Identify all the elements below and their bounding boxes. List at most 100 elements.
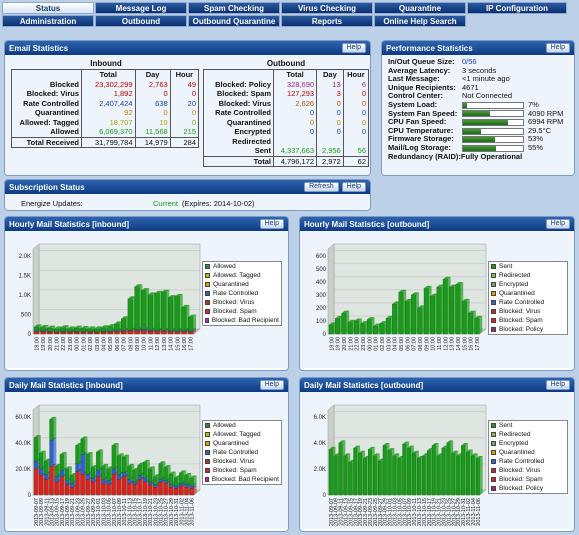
y-tick-label: 2.0K — [19, 254, 31, 260]
stat-hour: 49 — [169, 79, 199, 89]
x-tick-label: 05:00 — [399, 337, 405, 351]
perf-meter — [462, 136, 524, 144]
hourly-inbound-panel: Hourly Mail Statistics [inbound] Help 0 500… — [4, 216, 289, 371]
x-tick-label: 05:00 — [108, 337, 114, 351]
stat-total: 328,690 — [272, 79, 317, 89]
x-tick-label: 04:00 — [101, 337, 107, 351]
legend-item: Encrypted — [489, 439, 567, 448]
perf-meter — [462, 110, 524, 118]
x-tick-label: 02:00 — [380, 337, 386, 351]
nav-row-2: Administration Outbound Outbound Quarantin… — [2, 15, 576, 27]
chart-svg: 02.0K4.0K6.0K2013-09-072013-09-092013-09… — [314, 404, 487, 526]
legend-label: Redirected — [499, 272, 531, 279]
nav-tab-outbound-quarantine[interactable]: Outbound Quarantine — [188, 15, 280, 27]
stat-total-row: Total 4,796,172 2,972 62 — [203, 155, 369, 167]
email-stats-help-button[interactable]: Help — [341, 43, 366, 53]
stat-hour: 0 — [342, 127, 369, 137]
stat-label: Quarantined — [226, 117, 271, 127]
nav-tab-quarantine[interactable]: Quarantine — [374, 2, 466, 14]
bar-segment — [475, 456, 483, 496]
performance-help-button[interactable]: Help — [545, 43, 570, 53]
x-tick-label: 14:00 — [456, 337, 462, 351]
stat-label: Redirected — [232, 136, 271, 146]
x-tick-label: 17:00 — [189, 337, 195, 351]
refresh-button[interactable]: Refresh — [304, 182, 339, 192]
x-tick-label: 08:00 — [128, 337, 134, 351]
stat-day: 2,956 — [316, 146, 344, 156]
legend-label: Allowed: Tagged — [213, 431, 261, 438]
bar-segment — [80, 436, 88, 455]
col-day-header: Day — [316, 69, 344, 80]
y-tick-label: 20.0K — [15, 467, 31, 473]
stat-row: Blocked: Virus 1,892 0 0 — [12, 89, 199, 99]
stat-total-label: Total Received — [11, 136, 82, 148]
nav-tab-message-log[interactable]: Message Log — [95, 2, 187, 14]
y-tick-label: 40.0K — [15, 441, 31, 447]
nav-tab-reports[interactable]: Reports — [281, 15, 373, 27]
x-tick-label: 22:00 — [355, 337, 361, 351]
y-tick-label: 400 — [316, 280, 327, 286]
nav-tab-outbound[interactable]: Outbound — [95, 15, 187, 27]
x-tick-label: 20:00 — [342, 337, 348, 351]
x-tick-label: 22:00 — [61, 337, 67, 351]
stat-day: 10 — [134, 117, 171, 127]
stat-label: Blocked: Virus — [218, 98, 271, 108]
stat-total-total: 4,796,172 — [272, 155, 317, 167]
legend-item: Blocked: Virus — [203, 457, 281, 466]
chart-help-button[interactable]: Help — [259, 380, 284, 390]
performance-title: Performance Statistics — [386, 43, 473, 53]
x-tick-label: 06:00 — [405, 337, 411, 351]
legend-item: Rate Controlled — [489, 298, 567, 307]
x-tick-label: 03:00 — [386, 337, 392, 351]
hourly-outbound-panel: Hourly Mail Statistics [outbound] Help 0 10… — [299, 216, 575, 371]
legend-label: Sent — [499, 263, 513, 270]
stat-label: Blocked — [49, 79, 79, 89]
legend-item: Encrypted — [489, 280, 567, 289]
y-tick-label: 500 — [316, 267, 327, 273]
legend-item: Allowed: Tagged — [203, 271, 281, 280]
inbound-title: Inbound — [90, 59, 122, 68]
nav-tab-ip-configuration[interactable]: IP Configuration — [467, 2, 567, 14]
y-tick-label: 500 — [21, 312, 32, 318]
stat-hour: 6 — [342, 79, 369, 89]
nav-tab-status[interactable]: Status — [2, 2, 94, 14]
legend-item: Rate Controlled — [489, 457, 567, 466]
y-tick-label: 4.0K — [314, 441, 326, 447]
x-tick-label: 21:00 — [348, 337, 354, 351]
chart-help-button[interactable]: Help — [259, 219, 284, 229]
nav-tab-online-help-search[interactable]: Online Help Search — [374, 15, 466, 27]
chart-help-button[interactable]: Help — [545, 380, 570, 390]
nav-tab-virus-checking[interactable]: Virus Checking — [281, 2, 373, 14]
x-tick-label: 19:00 — [41, 337, 47, 351]
stat-day: 0 — [316, 127, 344, 137]
legend-label: Blocked: Virus — [499, 467, 541, 474]
x-tick-label: 19:00 — [336, 337, 342, 351]
legend-label: Redirected — [499, 431, 531, 438]
legend-label: Blocked: Virus — [499, 308, 541, 315]
stat-hour: 0 — [342, 98, 369, 108]
x-tick-label: 17:00 — [475, 337, 481, 351]
stat-day: 13 — [316, 79, 344, 89]
stat-row: Rate Controlled 0 0 0 — [204, 108, 369, 118]
subscription-help-button[interactable]: Help — [341, 182, 366, 192]
stat-total-label: Total — [203, 155, 274, 167]
x-tick-label: 23:00 — [68, 337, 74, 351]
x-tick-label: 18:00 — [329, 337, 335, 351]
stat-hour: 0 — [342, 108, 369, 118]
bar-segment — [49, 416, 57, 441]
legend-label: Blocked: Spam — [213, 467, 257, 474]
legend-label: Blocked: Spam — [213, 308, 257, 315]
legend-item: Blocked: Virus — [489, 466, 567, 475]
x-tick-label: 23:00 — [361, 337, 367, 351]
nav-tab-administration[interactable]: Administration — [2, 15, 94, 27]
legend-item: Quarantined — [203, 439, 281, 448]
perf-meter — [462, 144, 524, 152]
x-tick-label: 08:00 — [418, 337, 424, 351]
nav-tab-spam-checking[interactable]: Spam Checking — [188, 2, 280, 14]
legend-item: Quarantined — [489, 448, 567, 457]
legend-item: Redirected — [489, 430, 567, 439]
stat-label: Blocked: Policy — [215, 79, 271, 89]
y-tick-label: 100 — [316, 319, 327, 325]
legend-label: Blocked: Bad Recipient — [211, 317, 279, 324]
chart-help-button[interactable]: Help — [545, 219, 570, 229]
